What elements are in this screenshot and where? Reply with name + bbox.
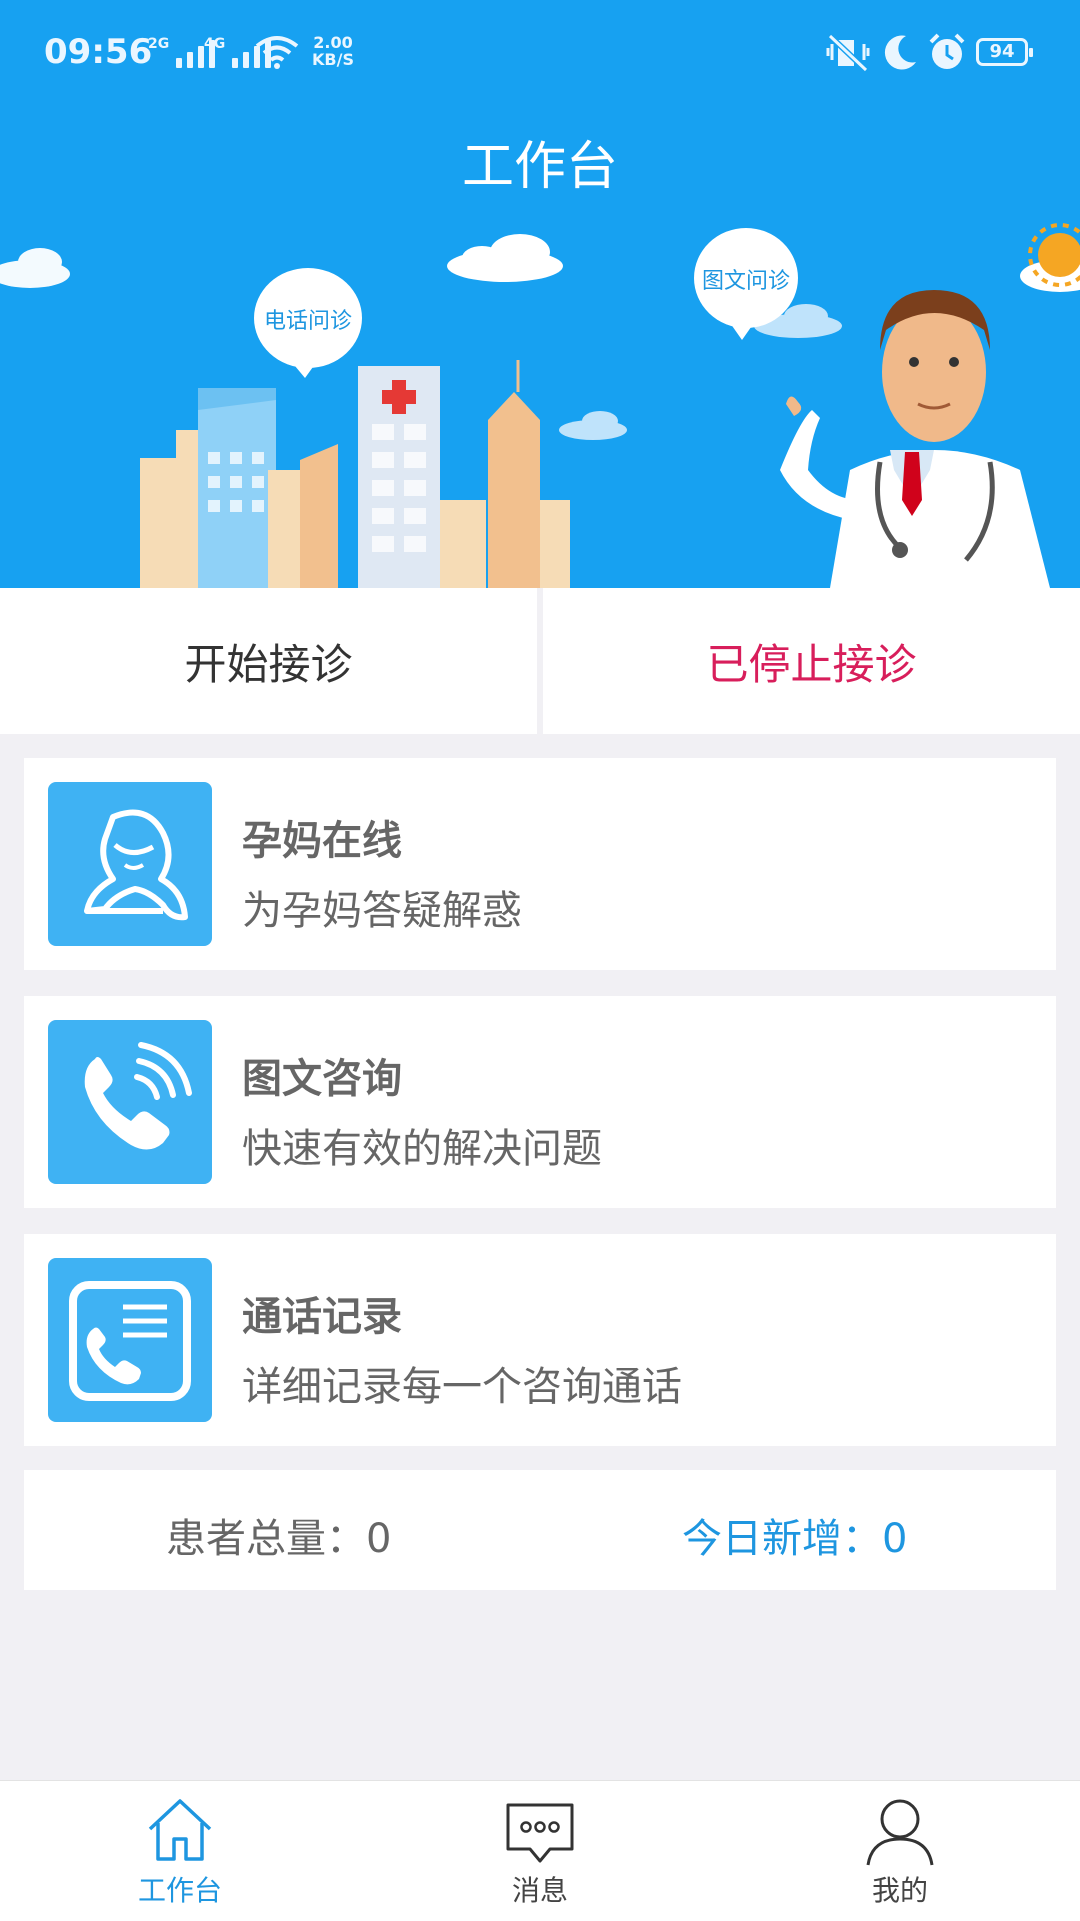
woman-icon xyxy=(48,782,212,946)
card-description: 详细记录每一个咨询通话 xyxy=(242,1364,682,1410)
cloud-icon xyxy=(559,411,627,440)
city-buildings xyxy=(140,360,570,588)
tab-messages[interactable]: 消息 xyxy=(360,1781,720,1921)
bubble-phone-consult: 电话问诊 xyxy=(254,268,362,378)
card-title: 图文咨询 xyxy=(242,1056,402,1102)
battery-indicator: 94 xyxy=(976,38,1033,66)
status-time: 09:56 xyxy=(44,32,153,72)
card-title: 孕妈在线 xyxy=(242,818,402,864)
bottom-tab-bar: 工作台 消息 我的 xyxy=(0,1780,1080,1921)
tab-profile[interactable]: 我的 xyxy=(720,1781,1080,1921)
call-record-icon xyxy=(48,1258,212,1422)
consult-toggle-row: 开始接诊 已停止接诊 xyxy=(0,588,1080,734)
card-text-consult[interactable]: 图文咨询 快速有效的解决问题 xyxy=(24,996,1056,1208)
moon-icon xyxy=(884,35,916,70)
phone-icon xyxy=(48,1020,212,1184)
patient-new-today: 今日新增：0 xyxy=(682,1516,908,1562)
tab-label: 我的 xyxy=(871,1874,928,1907)
stopped-consult-button[interactable]: 已停止接诊 xyxy=(543,588,1080,734)
card-title: 通话记录 xyxy=(242,1294,402,1340)
tab-workbench[interactable]: 工作台 xyxy=(0,1781,360,1921)
alarm-icon xyxy=(929,33,965,69)
card-call-record[interactable]: 通话记录 详细记录每一个咨询通话 xyxy=(24,1234,1056,1446)
tab-label: 工作台 xyxy=(137,1874,222,1907)
vibrate-off-icon xyxy=(826,33,870,72)
home-icon xyxy=(148,1799,212,1861)
page-title: 工作台 xyxy=(461,137,618,197)
banner-illustration: 电话问诊 图文问诊 xyxy=(0,223,1080,588)
patient-total: 患者总量：0 xyxy=(166,1516,392,1562)
cloud-icon xyxy=(0,248,70,288)
message-icon xyxy=(506,1803,574,1863)
svg-text:图文问诊: 图文问诊 xyxy=(702,269,790,294)
card-pregnant-online[interactable]: 孕妈在线 为孕妈答疑解惑 xyxy=(24,758,1056,970)
tab-label: 消息 xyxy=(511,1874,568,1907)
wifi-icon xyxy=(255,36,299,69)
card-description: 快速有效的解决问题 xyxy=(242,1126,602,1172)
network-speed: 2.00 KB/S xyxy=(312,33,354,69)
status-bar: 09:56 2G 4G 2.00 KB/S 94 xyxy=(0,0,1080,110)
cloud-icon xyxy=(447,234,563,282)
patient-stats: 患者总量：0 今日新增：0 xyxy=(24,1470,1056,1590)
svg-text:电话问诊: 电话问诊 xyxy=(264,309,352,334)
card-description: 为孕妈答疑解惑 xyxy=(242,888,522,934)
start-consult-button[interactable]: 开始接诊 xyxy=(0,588,537,734)
user-icon xyxy=(866,1799,934,1866)
header-banner: 09:56 2G 4G 2.00 KB/S 94 工作台 电话问诊 图文问诊 xyxy=(0,0,1080,588)
